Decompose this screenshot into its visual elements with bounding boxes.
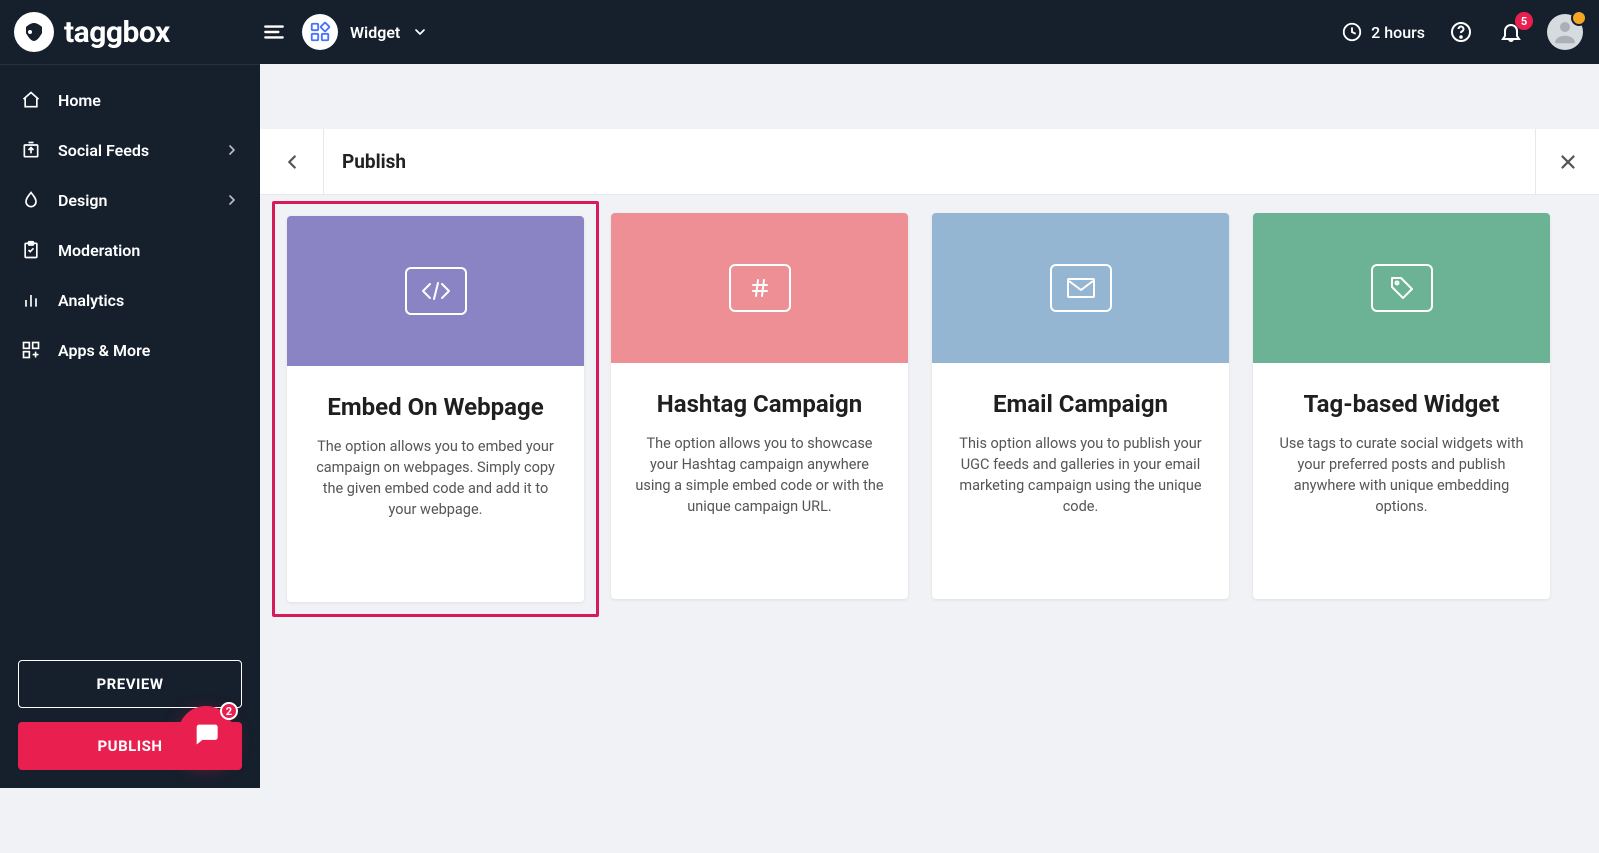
card-desc: Use tags to curate social widgets with y… [1275,433,1528,517]
help-icon[interactable] [1447,18,1475,46]
card-hero [611,213,908,363]
chevron-right-icon [224,192,240,208]
card-desc: The option allows you to showcase your H… [633,433,886,517]
close-icon [1557,151,1579,173]
sidebar-nav: Home Social Feeds Design Moderation Anal… [0,65,260,385]
publish-cards: Embed On Webpage The option allows you t… [260,195,1599,623]
sidebar: Home Social Feeds Design Moderation Anal… [0,64,260,788]
sidebar-item-social-feeds[interactable]: Social Feeds [0,125,260,175]
preview-button[interactable]: PREVIEW [18,660,242,708]
card-body: Hashtag Campaign The option allows you t… [611,363,908,539]
card-body: Email Campaign This option allows you to… [932,363,1229,539]
time-remaining[interactable]: 2 hours [1341,21,1425,43]
home-icon [20,89,42,111]
topbar: taggbox Widget 2 hours 5 [0,0,1599,64]
card-tag-widget[interactable]: Tag-based Widget Use tags to curate soci… [1253,213,1550,599]
card-hero [932,213,1229,363]
bars-icon [20,289,42,311]
card-hero [1253,213,1550,363]
card-title: Email Campaign [954,389,1207,419]
chat-badge: 2 [220,702,238,720]
sidebar-item-label: Social Feeds [58,141,149,160]
sidebar-item-label: Design [58,191,107,210]
notification-badge: 5 [1515,12,1533,30]
back-button[interactable] [260,129,324,194]
notifications-icon[interactable]: 5 [1497,18,1525,46]
chat-button[interactable]: 2 [178,706,234,762]
upload-icon [20,139,42,161]
sidebar-item-label: Apps & More [58,341,150,360]
card-body: Embed On Webpage The option allows you t… [287,366,584,542]
card-title: Embed On Webpage [309,392,562,422]
drop-icon [20,189,42,211]
card-title: Tag-based Widget [1275,389,1528,419]
main: Publish Embed On Webpage The option allo… [260,129,1599,853]
close-button[interactable] [1535,129,1599,194]
sidebar-item-label: Home [58,91,101,110]
logo[interactable]: taggbox [0,0,260,64]
page-title: Publish [324,150,406,173]
clipboard-icon [20,239,42,261]
avatar[interactable] [1547,14,1583,50]
card-embed-webpage[interactable]: Embed On Webpage The option allows you t… [287,216,584,602]
apps-icon [20,339,42,361]
chat-icon [192,720,220,748]
card-body: Tag-based Widget Use tags to curate soci… [1253,363,1550,539]
widget-icon [302,14,338,50]
sidebar-item-label: Analytics [58,291,124,310]
highlighted-card-wrap: Embed On Webpage The option allows you t… [272,201,599,617]
sidebar-item-label: Moderation [58,241,140,260]
logo-icon [14,12,54,52]
chevron-down-icon [412,24,428,40]
card-desc: This option allows you to publish your U… [954,433,1207,517]
avatar-star-icon [1571,10,1587,26]
hash-icon [729,264,791,312]
subheader: Publish [260,129,1599,195]
mail-icon [1050,264,1112,312]
time-label: 2 hours [1371,23,1425,42]
sidebar-item-analytics[interactable]: Analytics [0,275,260,325]
logo-text: taggbox [64,15,170,50]
sidebar-item-design[interactable]: Design [0,175,260,225]
sidebar-item-apps[interactable]: Apps & More [0,325,260,375]
card-desc: The option allows you to embed your camp… [309,436,562,520]
tag-icon [1371,264,1433,312]
menu-toggle-icon[interactable] [260,18,288,46]
card-email-campaign[interactable]: Email Campaign This option allows you to… [932,213,1229,599]
card-hero [287,216,584,366]
sidebar-item-home[interactable]: Home [0,75,260,125]
chevron-right-icon [224,142,240,158]
topbar-left: Widget [260,14,428,50]
widget-label: Widget [350,23,400,42]
card-title: Hashtag Campaign [633,389,886,419]
card-hashtag-campaign[interactable]: Hashtag Campaign The option allows you t… [611,213,908,599]
widget-dropdown[interactable]: Widget [302,14,428,50]
sidebar-item-moderation[interactable]: Moderation [0,225,260,275]
chevron-left-icon [281,151,303,173]
topbar-right: 2 hours 5 [1341,14,1583,50]
code-icon [405,267,467,315]
